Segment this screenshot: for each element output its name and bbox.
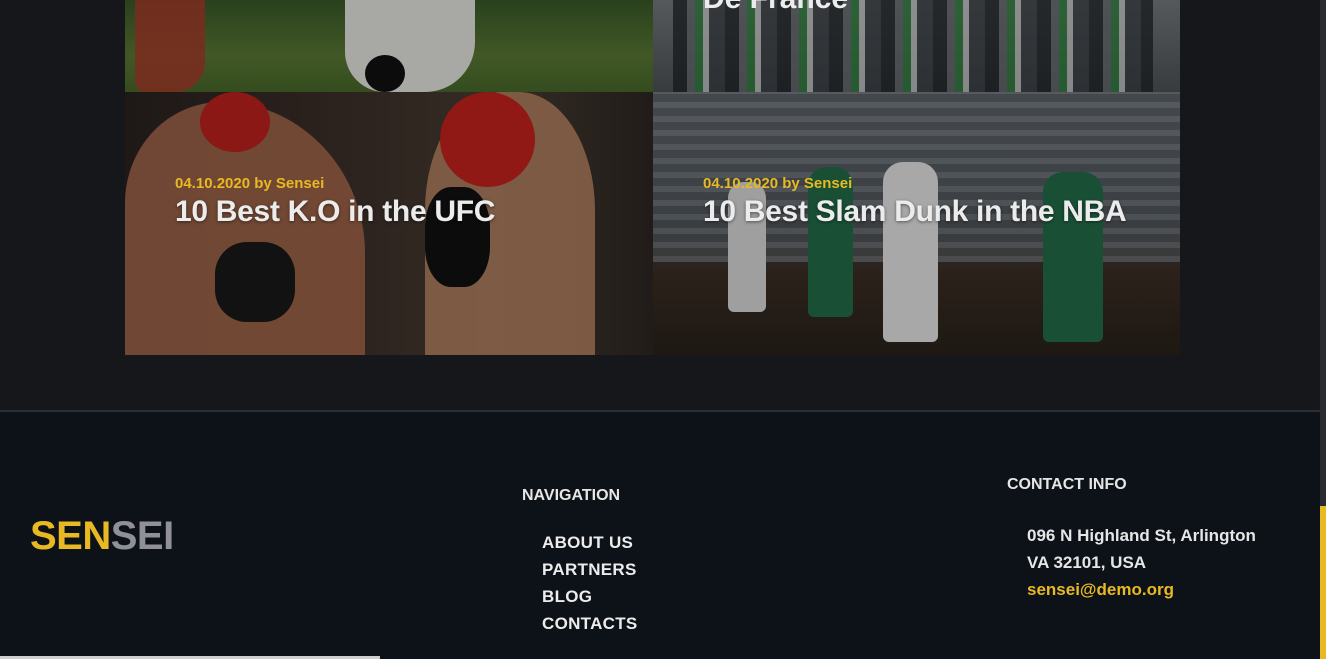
contact-heading: CONTACT INFO xyxy=(1007,476,1127,493)
news-card-nba[interactable]: 04.10.2020 by Sensei 10 Best Slam Dunk i… xyxy=(653,92,1180,355)
logo-part-accent: SEN xyxy=(30,514,111,558)
site-logo[interactable]: SENSEI xyxy=(30,514,174,559)
news-grid: De France 04.10.2020 by Sensei 10 Best K… xyxy=(125,0,1180,355)
card-meta[interactable]: 04.10.2020 by Sensei xyxy=(703,175,852,192)
card-meta[interactable]: 04.10.2020 by Sensei xyxy=(175,175,324,192)
card-title[interactable]: 10 Best Slam Dunk in the NBA xyxy=(703,195,1127,229)
nav-link-contacts[interactable]: CONTACTS xyxy=(542,614,638,641)
footer-navigation: ABOUT US PARTNERS BLOG CONTACTS xyxy=(542,533,638,641)
news-card-baseball[interactable] xyxy=(125,0,653,92)
contact-info: 096 N Highland St, Arlington VA 32101, U… xyxy=(1027,522,1256,603)
email-link[interactable]: sensei@demo.org xyxy=(1027,576,1256,603)
site-footer: SENSEI NAVIGATION ABOUT US PARTNERS BLOG… xyxy=(0,412,1320,659)
nav-link-about-us[interactable]: ABOUT US xyxy=(542,533,638,560)
address-line-2: VA 32101, USA xyxy=(1027,553,1147,572)
card-overlay xyxy=(125,0,653,92)
news-card-ufc[interactable]: 04.10.2020 by Sensei 10 Best K.O in the … xyxy=(125,92,653,355)
card-title: De France xyxy=(703,0,848,16)
address-line-1: 096 N Highland St, Arlington xyxy=(1027,526,1256,545)
scrollbar-thumb[interactable] xyxy=(1320,506,1326,659)
navigation-heading: NAVIGATION xyxy=(522,487,621,504)
nav-link-blog[interactable]: BLOG xyxy=(542,587,638,614)
logo-part-gray: SEI xyxy=(110,514,174,558)
nav-link-partners[interactable]: PARTNERS xyxy=(542,560,638,587)
news-card-cycling[interactable]: De France xyxy=(653,0,1180,92)
card-title[interactable]: 10 Best K.O in the UFC xyxy=(175,195,495,229)
